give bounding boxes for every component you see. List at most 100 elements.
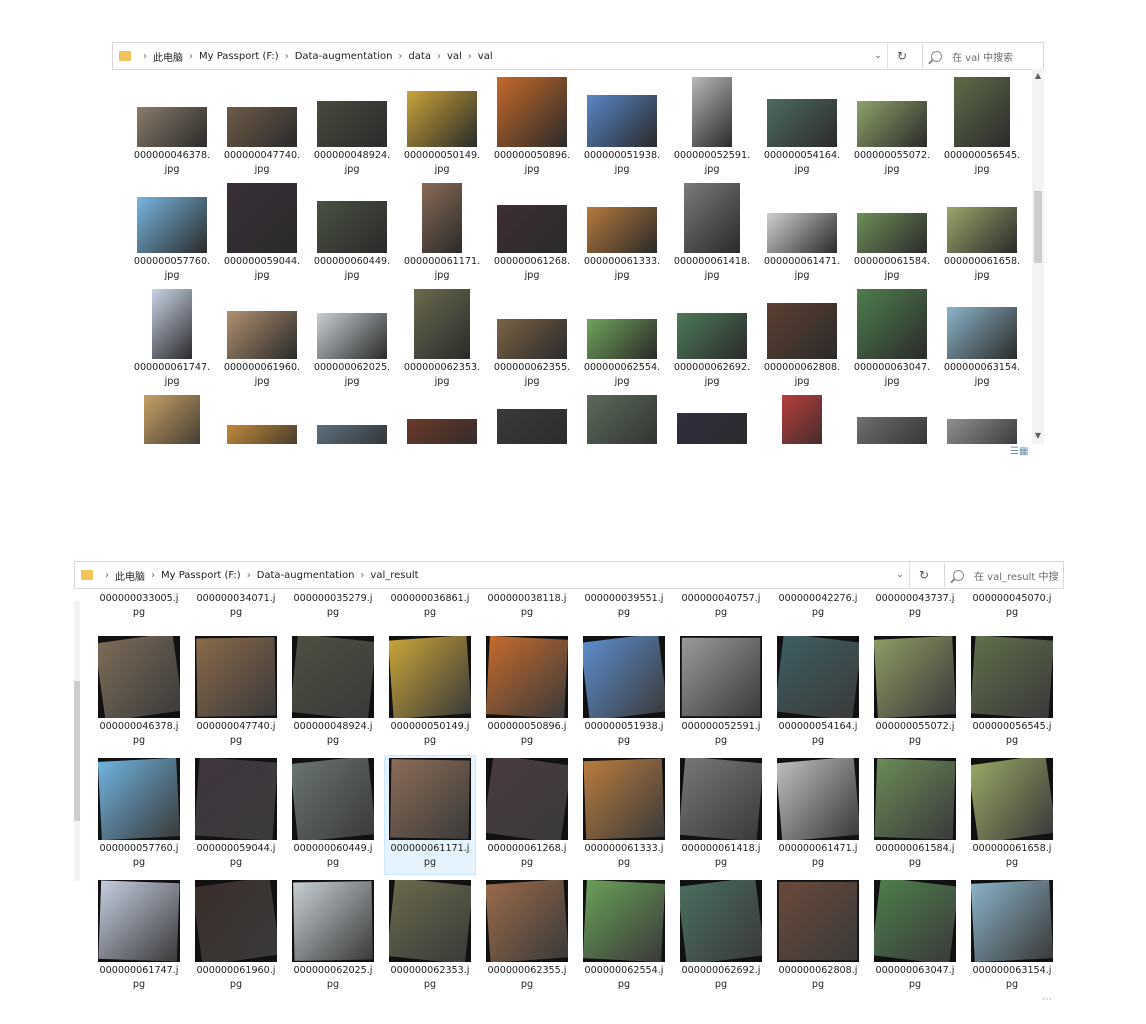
file-item[interactable]: 000000050149.jpg [385, 634, 475, 752]
file-item[interactable]: 000000051938.jpg [582, 73, 662, 177]
file-item[interactable]: 000000048924.jpg [312, 73, 392, 177]
file-item-partial[interactable] [942, 391, 1022, 444]
file-item[interactable]: 000000062554.jpg [582, 285, 662, 389]
vertical-scrollbar[interactable]: ▲ ▼ [1032, 69, 1044, 444]
file-item[interactable]: 000000061658.jpg [967, 756, 1057, 874]
file-item[interactable]: 000000061171.jpg [384, 755, 476, 875]
breadcrumb-item[interactable]: My Passport (F:) [199, 51, 279, 62]
file-item-partial[interactable]: 000000040757.j pg [676, 588, 766, 624]
file-item[interactable]: 000000061658.jpg [942, 179, 1022, 283]
file-item[interactable]: 000000055072.jpg [870, 634, 960, 752]
scrollbar-thumb[interactable] [74, 681, 80, 821]
file-item[interactable]: 000000061747.jpg [94, 878, 184, 993]
file-item-partial[interactable]: 000000038118.j pg [482, 588, 572, 624]
file-item[interactable]: 000000057760.jpg [94, 756, 184, 874]
address-bar[interactable]: › 此电脑 › My Passport (F:) › Data-augmentation ›… [112, 42, 1044, 70]
file-item[interactable]: 000000059044.jpg [222, 179, 302, 283]
search-box[interactable]: 在 val 中搜索 [922, 44, 1043, 68]
file-item[interactable]: 000000056545.jpg [967, 634, 1057, 752]
file-item[interactable]: 000000061960.jpg [191, 878, 281, 993]
file-item[interactable]: 000000060449.jpg [288, 756, 378, 874]
file-item[interactable]: 000000059044.jpg [191, 756, 281, 874]
breadcrumb-item[interactable]: val [478, 51, 493, 62]
file-item-partial[interactable] [132, 391, 212, 444]
file-item[interactable]: 000000062692. jpg [672, 285, 752, 389]
file-item[interactable]: 000000050896.j pg [482, 634, 572, 752]
file-item-partial[interactable] [222, 391, 302, 444]
file-item-partial[interactable] [762, 391, 842, 444]
file-item[interactable]: 000000061333.jpg [579, 756, 669, 874]
file-item[interactable]: 000000062808.jpg [773, 878, 863, 993]
file-item[interactable]: 000000062355.jpg [482, 878, 572, 993]
file-item[interactable]: 000000061471.jpg [762, 179, 842, 283]
file-item[interactable]: 000000063047.jpg [870, 878, 960, 993]
file-item[interactable]: 000000048924.jpg [288, 634, 378, 752]
file-item[interactable]: 000000061418.jpg [676, 756, 766, 874]
file-item[interactable]: 000000047740.jpg [191, 634, 281, 752]
file-item[interactable]: 000000061418.jpg [672, 179, 752, 283]
file-item[interactable]: 000000047740.jpg [222, 73, 302, 177]
refresh-icon[interactable]: ↻ [909, 562, 938, 588]
file-item[interactable]: 000000056545.jpg [942, 73, 1022, 177]
file-item-partial[interactable] [402, 391, 482, 444]
file-item[interactable]: 000000061268.jpg [492, 179, 572, 283]
file-item[interactable]: 000000062808.jpg [762, 285, 842, 389]
file-item[interactable]: 000000054164.jpg [762, 73, 842, 177]
file-item[interactable]: 000000046378.jpg [132, 73, 212, 177]
view-mode-icons[interactable]: ☰▦ [1010, 446, 1028, 457]
file-item[interactable]: 000000054164.jpg [773, 634, 863, 752]
file-item-partial[interactable]: 000000039551.j pg [579, 588, 669, 624]
file-item-partial[interactable]: 000000034071.j pg [191, 588, 281, 624]
file-item-partial[interactable] [492, 391, 572, 444]
file-item[interactable]: 000000055072.jpg [852, 73, 932, 177]
file-item[interactable]: 000000061584.jpg [870, 756, 960, 874]
chevron-down-icon[interactable]: ⌄ [869, 51, 887, 61]
breadcrumb-item[interactable]: data [408, 51, 431, 62]
breadcrumb-item[interactable]: val [447, 51, 462, 62]
file-item[interactable]: 000000061471.jpg [773, 756, 863, 874]
file-item[interactable]: 000000060449.jpg [312, 179, 392, 283]
file-item[interactable]: 000000063154.jpg [967, 878, 1057, 993]
file-item[interactable]: 000000063154.jpg [942, 285, 1022, 389]
file-item-partial[interactable]: 000000045070.j pg [967, 588, 1057, 624]
file-item-partial[interactable] [582, 391, 662, 444]
file-item-partial[interactable] [852, 391, 932, 444]
file-item[interactable]: 000000062554.jpg [579, 878, 669, 993]
file-item[interactable]: 000000061171.jpg [402, 179, 482, 283]
breadcrumb-item[interactable]: My Passport (F:) [161, 570, 241, 581]
file-item[interactable]: 000000061747.jpg [132, 285, 212, 389]
search-box[interactable]: 在 val_result 中搜 [944, 563, 1063, 587]
file-item[interactable]: 000000061333.jpg [582, 179, 662, 283]
breadcrumb-item[interactable]: Data-augmentation [295, 51, 393, 62]
scroll-up-icon[interactable]: ▲ [1032, 71, 1044, 80]
file-item[interactable]: 000000052591.jpg [672, 73, 752, 177]
chevron-down-icon[interactable]: ⌄ [891, 570, 909, 580]
file-item[interactable]: 000000062355.jpg [492, 285, 572, 389]
file-item[interactable]: 000000061960.jpg [222, 285, 302, 389]
file-item[interactable]: 000000046378.jpg [94, 634, 184, 752]
view-mode-icons[interactable]: ⋯ [1042, 994, 1052, 1005]
breadcrumb-item[interactable]: 此电脑 [153, 49, 183, 64]
file-item-partial[interactable]: 000000036861.j pg [385, 588, 475, 624]
file-item[interactable]: 000000062025.jpg [312, 285, 392, 389]
address-bar[interactable]: › 此电脑 › My Passport (F:) › Data-augmentation ›… [74, 561, 1064, 589]
file-item[interactable]: 000000052591.jpg [676, 634, 766, 752]
file-item[interactable]: 000000062353.j pg [385, 878, 475, 993]
file-item[interactable]: 000000062025.jpg [288, 878, 378, 993]
file-item-partial[interactable] [312, 391, 392, 444]
vertical-scrollbar[interactable] [74, 601, 80, 881]
search-input[interactable]: 在 val 中搜索 [952, 49, 1013, 64]
breadcrumb-item[interactable]: val_result [370, 570, 418, 581]
file-item[interactable]: 000000061584.jpg [852, 179, 932, 283]
file-item[interactable]: 000000051938.jpg [579, 634, 669, 752]
breadcrumb-item[interactable]: Data-augmentation [257, 570, 355, 581]
file-item-partial[interactable]: 000000042276.j pg [773, 588, 863, 624]
file-item-partial[interactable]: 000000033005.j pg [94, 588, 184, 624]
file-item[interactable]: 000000063047.jpg [852, 285, 932, 389]
file-item[interactable]: 000000057760.jpg [132, 179, 212, 283]
file-item[interactable]: 000000061268.jpg [482, 756, 572, 874]
search-input[interactable]: 在 val_result 中搜 [974, 568, 1058, 583]
file-item-partial[interactable]: 000000043737.j pg [870, 588, 960, 624]
refresh-icon[interactable]: ↻ [887, 43, 916, 69]
file-item[interactable]: 000000050149.jpg [402, 73, 482, 177]
